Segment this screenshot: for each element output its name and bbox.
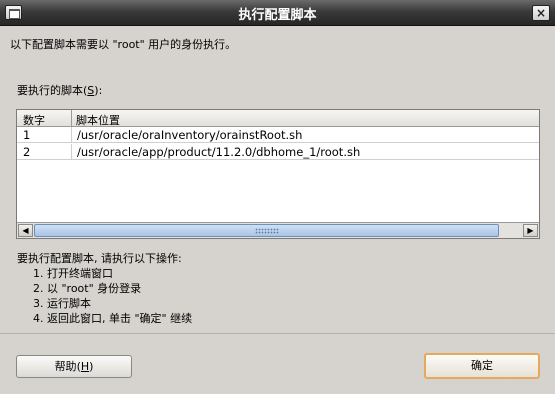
instruction-step: 3. 运行脚本	[33, 297, 91, 310]
cell-divider	[71, 127, 72, 143]
row-script-path: /usr/oracle/app/product/11.2.0/dbhome_1/…	[77, 145, 361, 159]
instruction-step: 4. 返回此窗口, 单击 "确定" 继续	[33, 312, 193, 325]
column-header-number[interactable]: 数字	[23, 112, 45, 128]
instruction-step: 2. 以 "root" 身份登录	[33, 282, 142, 295]
row-number: 1	[23, 128, 31, 142]
column-divider[interactable]	[71, 110, 72, 127]
description-text: 以下配置脚本需要以 "root" 用户的身份执行。	[10, 38, 237, 51]
close-icon[interactable]: ×	[532, 5, 550, 21]
scripts-label-mnemonic: S	[87, 84, 95, 97]
scripts-label: 要执行的脚本(S):	[17, 84, 103, 97]
help-button-mnemonic: H	[80, 360, 90, 373]
help-button[interactable]: 帮助(H)	[16, 355, 132, 378]
column-header-script-location[interactable]: 脚本位置	[76, 112, 120, 128]
table-row[interactable]: 2 /usr/oracle/app/product/11.2.0/dbhome_…	[17, 144, 539, 160]
scripts-table[interactable]: 数字 脚本位置 1 /usr/oracle/oraInventory/orain…	[16, 109, 540, 239]
scrollbar-thumb[interactable]	[34, 224, 499, 237]
scrollbar-grip-icon	[254, 228, 279, 234]
table-header: 数字 脚本位置	[17, 110, 539, 127]
separator	[0, 333, 555, 334]
instructions: 要执行配置脚本, 请执行以下操作: 1. 打开终端窗口 2. 以 "root" …	[17, 251, 192, 326]
scroll-left-icon[interactable]: ◀	[18, 224, 33, 237]
horizontal-scrollbar[interactable]: ◀ ▶	[17, 222, 539, 238]
help-button-label: 帮助	[54, 360, 77, 373]
table-row[interactable]: 1 /usr/oracle/oraInventory/orainstRoot.s…	[17, 127, 539, 143]
row-number: 2	[23, 145, 31, 159]
cell-divider	[71, 144, 72, 160]
scripts-label-text: 要执行的脚本	[17, 84, 83, 97]
ok-button[interactable]: 确定	[424, 353, 540, 379]
window-title: 执行配置脚本	[238, 8, 317, 23]
title-bar: 执行配置脚本 ×	[0, 0, 555, 26]
instructions-heading: 要执行配置脚本, 请执行以下操作:	[17, 252, 182, 265]
row-script-path: /usr/oracle/oraInventory/orainstRoot.sh	[77, 128, 303, 142]
scroll-right-icon[interactable]: ▶	[523, 224, 538, 237]
scripts-label-suffix: :	[98, 84, 103, 97]
instruction-step: 1. 打开终端窗口	[33, 267, 113, 280]
